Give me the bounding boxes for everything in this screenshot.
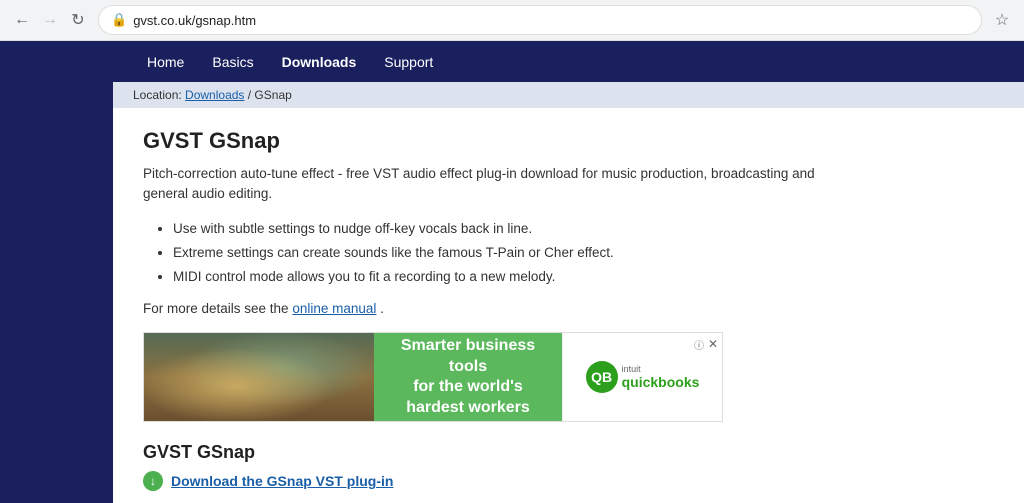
download-section-title: GVST GSnap [143, 442, 994, 463]
forward-button[interactable]: → [38, 8, 62, 32]
manual-text: For more details see the online manual . [143, 301, 994, 316]
ad-image [144, 333, 374, 421]
address-bar[interactable]: 🔒 gvst.co.uk/gsnap.htm [98, 5, 982, 35]
left-sidebar [0, 41, 113, 503]
ad-banner: Smarter business tools for the world's h… [143, 332, 723, 422]
breadcrumb-prefix: Location: [133, 88, 182, 102]
lock-icon: 🔒 [111, 12, 127, 28]
breadcrumb-current: / GSnap [248, 88, 292, 102]
nav-basics[interactable]: Basics [198, 44, 267, 80]
nav-support[interactable]: Support [370, 44, 447, 80]
breadcrumb-downloads-link[interactable]: Downloads [185, 88, 244, 102]
ad-green-text-line2: for the world's hardest workers [384, 377, 552, 419]
quickbooks-text: intuit quickbooks [622, 364, 700, 390]
breadcrumb: Location: Downloads / GSnap [113, 82, 1024, 108]
url-text: gvst.co.uk/gsnap.htm [133, 13, 969, 28]
manual-link[interactable]: online manual [292, 301, 376, 316]
manual-prefix: For more details see the [143, 301, 289, 316]
ad-info-button[interactable]: ⓘ [694, 337, 704, 352]
ad-green-text-line1: Smarter business tools [384, 336, 552, 378]
ad-photo [144, 333, 374, 421]
browser-chrome: ← → ↻ 🔒 gvst.co.uk/gsnap.htm ☆ [0, 0, 1024, 41]
ad-quickbooks-section: ⓘ ✕ QB intuit quickbooks [562, 333, 722, 421]
feature-item-1: Use with subtle settings to nudge off-ke… [173, 217, 994, 241]
ad-close-button[interactable]: ✕ [708, 337, 718, 351]
download-icon: ↓ [143, 471, 163, 491]
download-link-row: ↓ Download the GSnap VST plug-in [143, 471, 994, 491]
feature-item-3: MIDI control mode allows you to fit a re… [173, 265, 994, 289]
ad-green-section[interactable]: Smarter business tools for the world's h… [374, 333, 562, 421]
feature-item-2: Extreme settings can create sounds like … [173, 241, 994, 265]
page-layout: Home Basics Downloads Support Location: … [0, 41, 1024, 503]
manual-suffix: . [380, 301, 384, 316]
content-area: GVST GSnap Pitch-correction auto-tune ef… [113, 108, 1024, 503]
intuit-label: intuit [622, 364, 700, 374]
quickbooks-logo: QB intuit quickbooks [586, 361, 700, 393]
reload-button[interactable]: ↻ [66, 8, 90, 32]
page-title: GVST GSnap [143, 128, 994, 154]
nav-downloads[interactable]: Downloads [268, 44, 371, 80]
page-description: Pitch-correction auto-tune effect - free… [143, 164, 823, 205]
main-area: Home Basics Downloads Support Location: … [113, 41, 1024, 503]
browser-toolbar: ← → ↻ 🔒 gvst.co.uk/gsnap.htm ☆ [0, 0, 1024, 40]
quickbooks-brand: quickbooks [622, 374, 700, 390]
back-button[interactable]: ← [10, 8, 34, 32]
quickbooks-icon: QB [586, 361, 618, 393]
nav-buttons: ← → ↻ [10, 8, 90, 32]
nav-bar: Home Basics Downloads Support [113, 41, 1024, 82]
bookmark-button[interactable]: ☆ [990, 8, 1014, 32]
features-list: Use with subtle settings to nudge off-ke… [173, 217, 994, 290]
nav-home[interactable]: Home [133, 44, 198, 80]
download-link[interactable]: Download the GSnap VST plug-in [171, 473, 393, 489]
